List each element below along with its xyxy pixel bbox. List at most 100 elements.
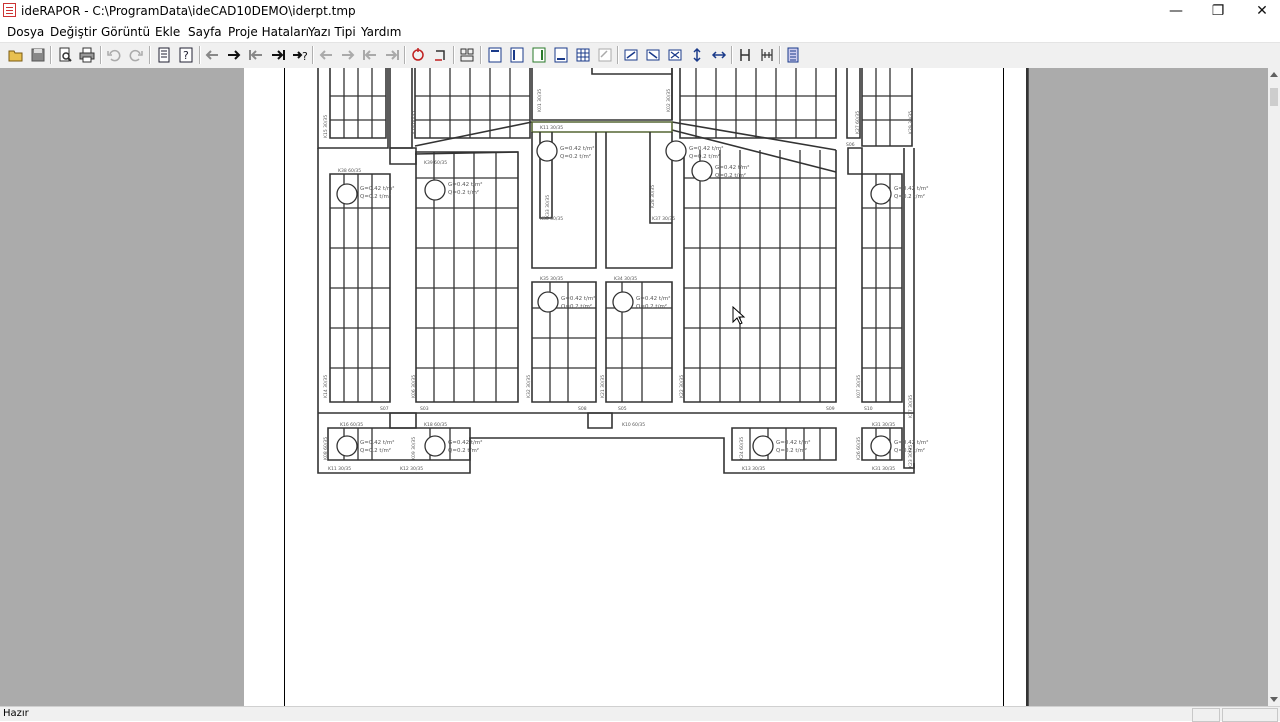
print-preview-icon[interactable] — [56, 46, 74, 64]
svg-text:?: ? — [183, 49, 189, 62]
split-icon[interactable] — [758, 46, 776, 64]
toolbar-separator — [100, 46, 102, 64]
beam-label: K39 60/35 — [424, 160, 447, 166]
toolbar-separator — [617, 46, 619, 64]
print-icon[interactable] — [78, 46, 96, 64]
toolbar: ? ? — [0, 43, 1280, 69]
scroll-down-icon[interactable] — [1270, 697, 1278, 702]
beam-label: K01 30/35 — [537, 89, 543, 112]
save-icon[interactable] — [29, 46, 47, 64]
close-button[interactable]: ✕ — [1240, 0, 1280, 22]
redo-icon[interactable] — [127, 46, 145, 64]
beam-label: K21 30/35 — [600, 375, 606, 398]
prev-section-icon[interactable] — [247, 46, 265, 64]
scrollbar-thumb[interactable] — [1270, 88, 1278, 106]
beam-label: K14 30/35 — [323, 375, 329, 398]
fit-width-icon[interactable] — [622, 46, 640, 64]
minimize-icon: — — [1169, 3, 1183, 19]
beam-label: K32 30/35 — [526, 375, 532, 398]
beam-label: K33 30/35 — [545, 195, 551, 218]
slab-load-q: Q=0.2 t/m² — [636, 303, 667, 310]
back-start-icon[interactable] — [361, 46, 379, 64]
menu-degistir[interactable]: Değiştir — [50, 25, 97, 39]
forward-icon[interactable] — [339, 46, 357, 64]
last-page-icon[interactable] — [269, 46, 287, 64]
menu-yazi-tipi[interactable]: Yazı Tipi — [308, 25, 356, 39]
slab-load-q: Q=0.2 t/m² — [448, 189, 479, 196]
back-icon[interactable] — [317, 46, 335, 64]
first-page-icon[interactable] — [203, 46, 221, 64]
beam-label: K38 60/35 — [338, 168, 361, 174]
scroll-up-icon[interactable] — [1270, 72, 1278, 77]
menu-proje-hatalari[interactable]: Proje Hataları — [228, 25, 309, 39]
page-view-4-icon[interactable] — [552, 46, 570, 64]
misc-label: S08 — [578, 406, 587, 412]
refresh-icon[interactable] — [409, 46, 427, 64]
scroll-vertical-icon[interactable] — [688, 46, 706, 64]
menu-ekle[interactable]: Ekle — [155, 25, 180, 39]
beam-label: K18 60/35 — [424, 422, 447, 428]
toolbar-separator — [480, 46, 482, 64]
beam-label: K08 60/35 — [323, 437, 329, 460]
menu-sayfa[interactable]: Sayfa — [188, 25, 222, 39]
calculator-icon[interactable] — [784, 46, 802, 64]
fit-page-icon[interactable] — [644, 46, 662, 64]
minimize-button[interactable]: — — [1154, 0, 1198, 22]
toolbar-separator — [50, 46, 52, 64]
beam-label: K23 30/35 — [908, 445, 914, 468]
menu-goruntu[interactable]: Görüntü — [101, 25, 150, 39]
next-page-icon[interactable] — [225, 46, 243, 64]
page-view-2-icon[interactable] — [508, 46, 526, 64]
slab-load-g: G=0.42 t/m² — [894, 185, 928, 192]
beam-label: K31 30/35 — [872, 466, 895, 472]
zoom-area-icon[interactable] — [431, 46, 449, 64]
menu-dosya[interactable]: Dosya — [7, 25, 44, 39]
forward-end-icon[interactable] — [383, 46, 401, 64]
beam-label: K37 30/35 — [652, 216, 675, 222]
grid-view-icon[interactable] — [574, 46, 592, 64]
app-icon[interactable] — [3, 3, 16, 17]
beam-label: K36 30/35 — [540, 216, 563, 222]
beam-label: K06 30/35 — [411, 375, 417, 398]
beam-label: K15 30/35 — [323, 115, 329, 138]
toolbar-separator — [312, 46, 314, 64]
scroll-horizontal-icon[interactable] — [710, 46, 728, 64]
slab-load-g: G=0.42 t/m² — [561, 295, 595, 302]
page-margin-line — [284, 68, 285, 706]
edit-view-icon[interactable] — [596, 46, 614, 64]
menu-yardim[interactable]: Yardım — [361, 25, 401, 39]
slab-load-g: G=0.42 t/m² — [360, 439, 394, 446]
page-list-icon[interactable] — [155, 46, 173, 64]
open-folder-icon[interactable] — [7, 46, 25, 64]
beam-label: K31 30/35 — [872, 422, 895, 428]
restore-button[interactable]: ❐ — [1196, 0, 1240, 22]
slab-load-q: Q=0.2 t/m² — [360, 193, 391, 200]
slab-load-g: G=0.42 t/m² — [636, 295, 670, 302]
toolbar-separator — [779, 46, 781, 64]
goto-page-icon[interactable]: ? — [291, 46, 309, 64]
toolbar-separator — [199, 46, 201, 64]
beam-label: K28 30/35 — [650, 185, 656, 208]
mouse-cursor-icon — [732, 306, 746, 325]
misc-label: S03 — [420, 406, 429, 412]
report-workspace[interactable]: G=0.42 t/m² Q=0.2 t/m² G=0.42 t/m² Q=0.2… — [0, 68, 1268, 706]
vertical-scrollbar[interactable] — [1268, 68, 1280, 706]
slab-load-q: Q=0.2 t/m² — [715, 172, 746, 179]
floor-plan-drawing[interactable]: G=0.42 t/m² Q=0.2 t/m² G=0.42 t/m² Q=0.2… — [300, 68, 940, 488]
misc-label: S10 — [864, 406, 873, 412]
layout-icon[interactable] — [458, 46, 476, 64]
slab-load-g: G=0.42 t/m² — [360, 185, 394, 192]
undo-icon[interactable] — [105, 46, 123, 64]
help-page-icon[interactable]: ? — [177, 46, 195, 64]
status-text: Hazır — [3, 708, 29, 719]
toolbar-separator — [404, 46, 406, 64]
zoom-reset-icon[interactable] — [666, 46, 684, 64]
column-icon[interactable] — [736, 46, 754, 64]
misc-label: S07 — [380, 406, 389, 412]
beam-label: K17 30/35 — [908, 395, 914, 418]
status-bar: Hazır — [0, 706, 1280, 722]
slab-load-q: Q=0.2 t/m² — [689, 153, 720, 160]
page-view-1-icon[interactable] — [486, 46, 504, 64]
page-view-3-icon[interactable] — [530, 46, 548, 64]
close-icon: ✕ — [1256, 3, 1268, 19]
